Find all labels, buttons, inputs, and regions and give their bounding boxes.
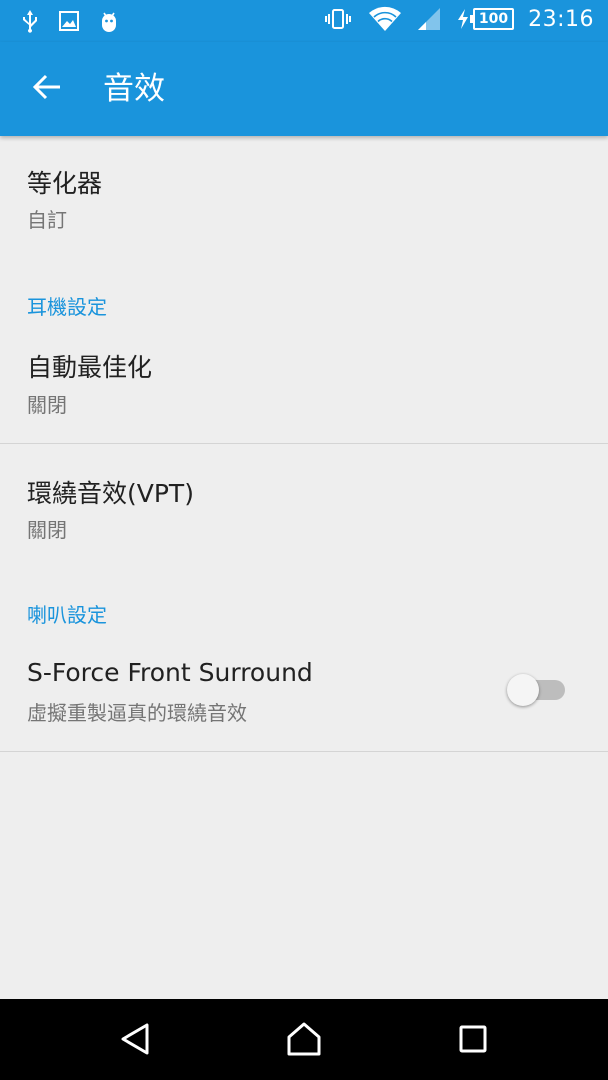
home-icon	[285, 1021, 323, 1061]
recents-icon	[458, 1024, 488, 1058]
auto-optimize-summary: 關閉	[27, 393, 67, 417]
vibrate-icon	[322, 7, 354, 31]
nav-back-button[interactable]	[107, 1019, 163, 1063]
equalizer-title: 等化器	[27, 169, 103, 198]
sforce-preference[interactable]: S-Force Front Surround 虛擬重製逼真的環繞音效	[0, 634, 608, 750]
divider	[0, 751, 608, 752]
navigation-bar	[0, 999, 608, 1080]
surround-vpt-summary: 關閉	[27, 518, 67, 542]
app-bar: 音效	[0, 42, 608, 136]
surround-vpt-preference[interactable]: 環繞音效(VPT) 關閉	[0, 444, 608, 560]
cell-signal-icon	[416, 6, 442, 32]
status-clock: 23:16	[528, 6, 594, 32]
back-triangle-icon	[119, 1022, 151, 1060]
status-bar-system: 100 23:16	[322, 6, 594, 32]
sforce-toggle-switch[interactable]	[507, 672, 567, 708]
equalizer-preference[interactable]: 等化器 自訂	[0, 136, 608, 254]
arrow-back-icon	[32, 73, 62, 105]
battery-indicator: 100	[456, 8, 515, 30]
equalizer-summary: 自訂	[27, 208, 67, 232]
sforce-title: S-Force Front Surround	[27, 658, 313, 687]
charging-icon	[456, 8, 470, 30]
android-debug-icon	[98, 9, 120, 33]
auto-optimize-preference[interactable]: 自動最佳化 關閉	[0, 326, 608, 442]
wifi-icon	[368, 6, 402, 32]
status-bar: 100 23:16	[0, 0, 608, 42]
nav-recents-button[interactable]	[445, 1019, 501, 1063]
switch-thumb	[507, 674, 539, 706]
usb-icon	[20, 9, 40, 33]
battery-icon: 100	[469, 8, 515, 30]
headphone-category-header: 耳機設定	[27, 295, 107, 319]
surround-vpt-title: 環繞音效(VPT)	[27, 479, 194, 508]
auto-optimize-title: 自動最佳化	[27, 353, 153, 382]
nav-home-button[interactable]	[276, 1019, 332, 1063]
back-button[interactable]	[22, 69, 72, 109]
sforce-summary: 虛擬重製逼真的環繞音效	[27, 701, 247, 725]
image-icon	[58, 10, 80, 32]
speaker-category-header: 喇叭設定	[27, 603, 107, 627]
page-title: 音效	[103, 71, 165, 107]
status-bar-notifications	[20, 9, 120, 33]
